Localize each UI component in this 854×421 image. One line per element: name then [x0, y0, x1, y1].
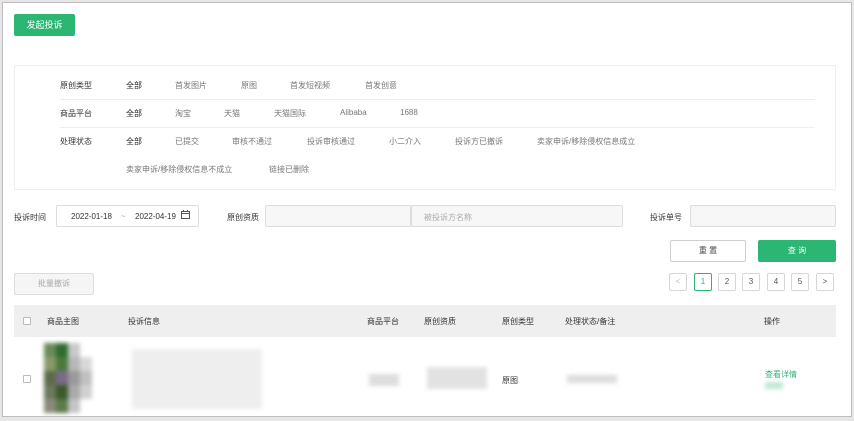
party-name-input[interactable]: 被投诉方名称	[411, 205, 623, 227]
prev-page-button[interactable]: <	[669, 273, 687, 291]
filter-status-option[interactable]: 卖家申诉/移除侵权信息不成立	[126, 164, 232, 175]
select-all-checkbox[interactable]	[23, 317, 31, 325]
secondary-action-redacted[interactable]	[765, 382, 783, 389]
filter-status-option[interactable]: 已提交	[175, 136, 199, 147]
date-range-picker[interactable]: 2022-01-18 ~ 2022-04-19	[56, 205, 199, 227]
page-button[interactable]: 3	[742, 273, 760, 291]
filter-type-option[interactable]: 首发图片	[175, 80, 207, 91]
platform-redacted	[369, 374, 399, 386]
reset-button[interactable]: 重 置	[670, 240, 746, 262]
col-header: 原创资质	[424, 317, 456, 326]
filter-status-option[interactable]: 投诉审核通过	[307, 136, 355, 147]
filter-type-option[interactable]: 全部	[126, 80, 142, 91]
filter-status-option[interactable]: 小二介入	[389, 136, 421, 147]
col-header: 商品平台	[367, 317, 399, 326]
status-redacted	[567, 375, 617, 383]
col-header: 处理状态/备注	[565, 317, 616, 326]
date-to: 2022-04-19	[135, 212, 176, 221]
page-button[interactable]: 2	[718, 273, 736, 291]
filter-row-status-cont: 卖家申诉/移除侵权信息不成立 链接已删除	[60, 156, 815, 184]
filter-status-label: 处理状态	[60, 137, 92, 146]
filter-platform-option[interactable]: 全部	[126, 108, 142, 119]
complaint-number-input[interactable]	[690, 205, 836, 227]
complaint-info-redacted	[132, 349, 262, 409]
launch-complaint-button[interactable]: 发起投诉	[14, 14, 75, 36]
filter-status-option[interactable]: 全部	[126, 136, 142, 147]
filter-platform-option[interactable]: 1688	[400, 108, 418, 117]
filter-status-option[interactable]: 审核不通过	[232, 136, 272, 147]
page-button[interactable]: 4	[767, 273, 785, 291]
complaint-number-label: 投诉单号	[650, 213, 682, 222]
complaint-time-label: 投诉时间	[14, 213, 46, 222]
app-window: 发起投诉 原创类型 全部 首发图片 原图 首发短视频 首发创意 商品平台 全部 …	[2, 2, 852, 417]
col-header: 操作	[764, 317, 780, 326]
filter-panel: 原创类型 全部 首发图片 原图 首发短视频 首发创意 商品平台 全部 淘宝 天猫…	[14, 65, 836, 190]
col-header: 原创类型	[502, 317, 534, 326]
row-type-cell: 原图	[502, 376, 518, 385]
party-name-placeholder: 被投诉方名称	[424, 213, 472, 222]
col-header: 商品主图	[47, 317, 79, 326]
view-details-link[interactable]: 查看详情	[765, 369, 797, 380]
filter-status-option[interactable]: 投诉方已撤诉	[455, 136, 503, 147]
filter-platform-label: 商品平台	[60, 109, 92, 118]
filter-platform-option[interactable]: 天猫国际	[274, 108, 306, 119]
calendar-icon[interactable]	[181, 210, 190, 221]
source-label: 原创资质	[227, 213, 259, 222]
filter-type-option[interactable]: 首发短视频	[290, 80, 330, 91]
source-redacted	[427, 367, 487, 389]
col-header: 投诉信息	[128, 317, 160, 326]
row-checkbox[interactable]	[23, 375, 31, 383]
filter-type-option[interactable]: 原图	[241, 80, 257, 91]
page-button[interactable]: 5	[791, 273, 809, 291]
date-from: 2022-01-18	[71, 212, 112, 221]
table-row: 原图 查看详情	[14, 337, 836, 416]
source-input[interactable]	[265, 205, 411, 227]
filter-row-type: 原创类型 全部 首发图片 原图 首发短视频 首发创意	[60, 72, 815, 100]
filter-type-label: 原创类型	[60, 81, 92, 90]
filter-type-option[interactable]: 首发创意	[365, 80, 397, 91]
page-button[interactable]: 1	[694, 273, 712, 291]
filter-status-option[interactable]: 链接已删除	[269, 164, 309, 175]
date-separator: ~	[121, 212, 126, 221]
filter-row-platform: 商品平台 全部 淘宝 天猫 天猫国际 Alibaba 1688	[60, 100, 815, 128]
filter-platform-option[interactable]: Alibaba	[340, 108, 367, 117]
filter-status-option[interactable]: 卖家申诉/移除侵权信息成立	[537, 136, 635, 147]
table-header: 商品主图 投诉信息 商品平台 原创资质 原创类型 处理状态/备注 操作	[14, 305, 836, 337]
filter-row-status: 处理状态 全部 已提交 审核不通过 投诉审核通过 小二介入 投诉方已撤诉 卖家申…	[60, 128, 815, 156]
bulk-withdraw-button[interactable]: 批量撤诉	[14, 273, 94, 295]
query-button[interactable]: 查 询	[758, 240, 836, 262]
product-thumbnail	[44, 343, 102, 413]
next-page-button[interactable]: >	[816, 273, 834, 291]
filter-platform-option[interactable]: 淘宝	[175, 108, 191, 119]
filter-platform-option[interactable]: 天猫	[224, 108, 240, 119]
